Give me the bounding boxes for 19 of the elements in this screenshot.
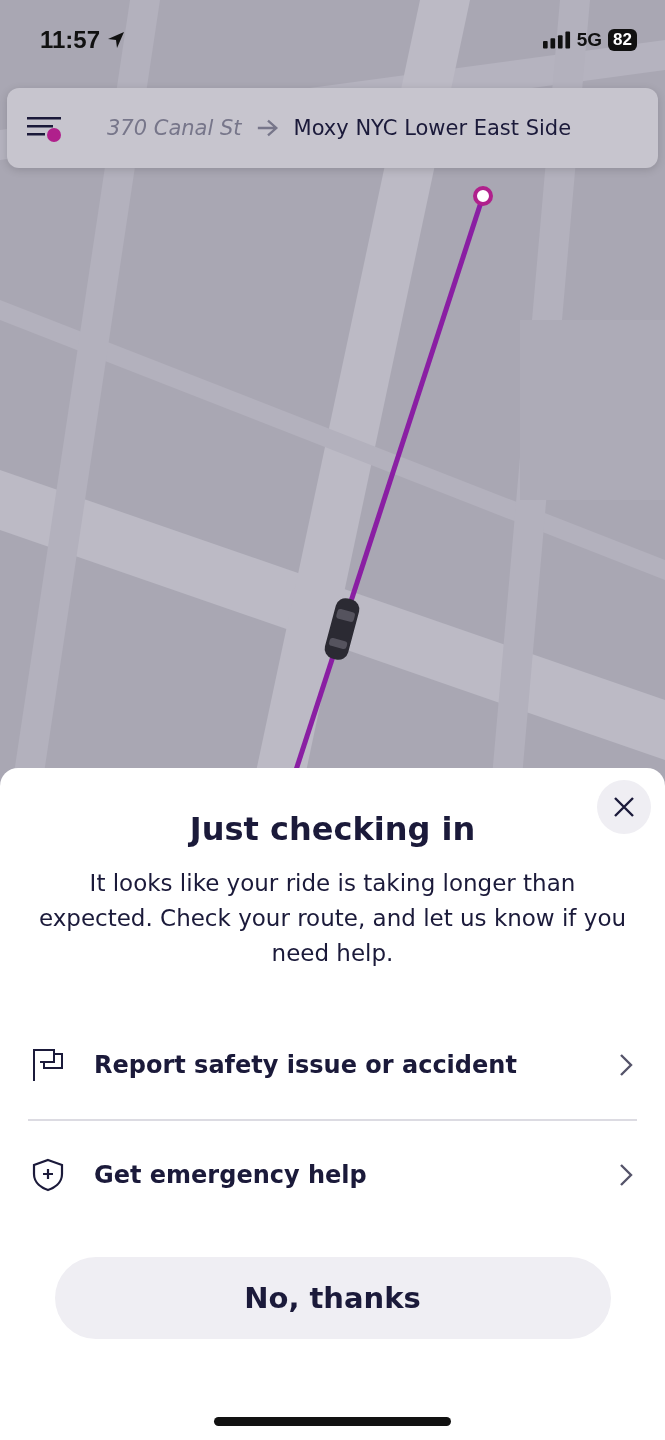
- no-thanks-button[interactable]: No, thanks: [54, 1257, 611, 1339]
- option-row[interactable]: Get emergency help: [28, 1121, 637, 1229]
- origin-text: 370 Canal St: [107, 116, 242, 140]
- sheet-title: Just checking in: [189, 810, 476, 848]
- route-card[interactable]: 370 Canal St Moxy NYC Lower East Side: [7, 88, 658, 168]
- arrow-icon: [255, 117, 280, 139]
- signal-icon: [542, 31, 571, 49]
- status-time: 11:57: [40, 26, 101, 54]
- flag-icon: [32, 1048, 64, 1082]
- shield-icon: [32, 1158, 64, 1192]
- close-icon: [612, 795, 636, 819]
- chevron-icon: [619, 1163, 633, 1187]
- battery-indicator: 82: [608, 29, 637, 51]
- location-arrow-icon: [106, 30, 127, 50]
- sheet-message: It looks like your ride is taking longer than expected. Check your route, and let us know if you need help.: [37, 869, 628, 968]
- chevron-icon: [619, 1053, 633, 1077]
- network-label: 5G: [576, 29, 603, 51]
- destination-text: Moxy NYC Lower East Side: [293, 116, 572, 140]
- option-row[interactable]: Report safety issue or accident: [28, 1011, 637, 1119]
